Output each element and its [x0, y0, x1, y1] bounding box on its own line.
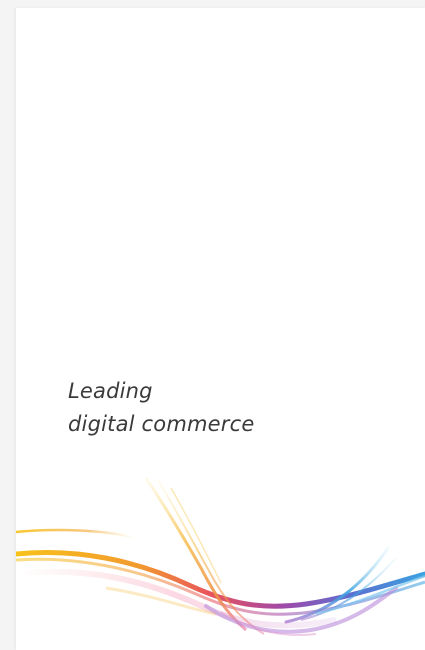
- brand-card: Leading digital commerce: [16, 8, 425, 650]
- rainbow-swoosh-icon: [16, 477, 425, 637]
